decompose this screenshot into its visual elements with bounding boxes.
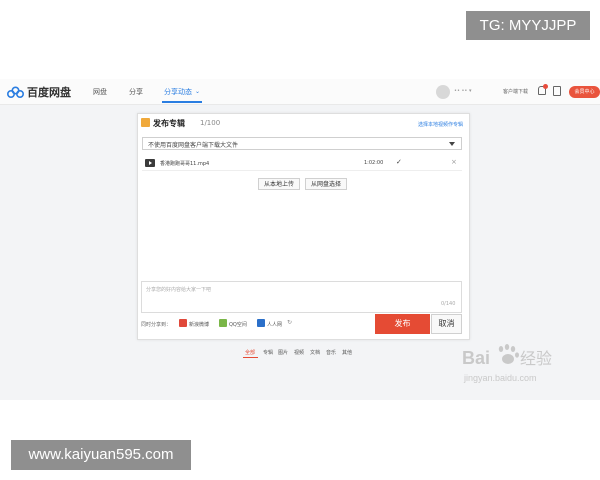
tab-other[interactable]: 其他 (342, 349, 352, 356)
upload-local-button[interactable]: 从本地上传 (258, 178, 300, 190)
svg-text:jingyan.baidu.com: jingyan.baidu.com (463, 373, 537, 383)
play-icon (149, 161, 152, 165)
publish-button[interactable]: 发布 (375, 314, 430, 334)
watermark-top: TG: MYYJJPP (466, 11, 590, 40)
album-icon (141, 118, 150, 127)
select-value: 不使用百度网盘客户端下载大文件 (148, 142, 239, 149)
album-count: 1/100 (200, 119, 221, 127)
nav-share[interactable]: 分享 (129, 87, 143, 97)
client-download-link[interactable]: 客户端下载 (503, 88, 528, 95)
share-weibo[interactable]: 新浪微博 (189, 321, 209, 328)
share-renren[interactable]: 人人网 (267, 321, 282, 328)
baidu-paw-logo-icon: Bai 经验 jingyan.baidu.com (462, 344, 552, 383)
nav-netdisk[interactable]: 网盘 (93, 87, 107, 97)
qzone-icon[interactable] (219, 319, 227, 327)
tab-active-underline (243, 357, 258, 358)
tab-video[interactable]: 视频 (294, 349, 304, 356)
caret-down-icon[interactable] (449, 142, 455, 146)
nav-share-feed[interactable]: 分享动态 (164, 87, 192, 97)
cloud-logo-icon (7, 86, 24, 98)
nav-active-underline (162, 101, 202, 103)
check-icon: ✓ (396, 158, 402, 166)
dialog-title: 发布专辑 (153, 119, 185, 128)
tab-document[interactable]: 文档 (310, 349, 320, 356)
baidu-jingyan-watermark: Bai 经验 jingyan.baidu.com (460, 339, 570, 387)
watermark-bottom: www.kaiyuan595.com (11, 440, 191, 470)
tab-image[interactable]: 图片 (278, 349, 288, 356)
tab-music[interactable]: 音乐 (326, 349, 336, 356)
user-name[interactable]: •• •• ▾ (454, 88, 472, 94)
notification-dot (543, 84, 548, 89)
clipboard-icon[interactable] (553, 86, 561, 96)
select-from-disk-button[interactable]: 从网盘选择 (305, 178, 347, 190)
tab-album[interactable]: 专辑 (263, 349, 273, 356)
nav-chevron-down-icon[interactable]: ⌄ (195, 88, 200, 95)
remove-file-close-icon[interactable]: × (451, 158, 457, 166)
file-duration: 1:02:00 (364, 160, 384, 166)
description-counter: 0/140 (441, 301, 456, 307)
svg-text:Bai: Bai (462, 348, 490, 368)
cancel-button[interactable]: 取消 (431, 314, 462, 334)
description-placeholder: 分享您的好内容给大家一下吧 (146, 287, 212, 293)
tab-all[interactable]: 全部 (245, 349, 255, 356)
file-name: 香港跑跑哥哥11.mp4 (160, 161, 210, 167)
share-qzone[interactable]: QQ空间 (229, 321, 247, 328)
refresh-icon[interactable]: ↻ (287, 319, 292, 326)
weibo-icon[interactable] (179, 319, 187, 327)
avatar[interactable] (436, 85, 450, 99)
dialog-help-link[interactable]: 选择本地视频作专辑 (418, 121, 463, 128)
svg-text:经验: 经验 (520, 349, 552, 368)
share-to-label: 同时分享到： (141, 322, 172, 328)
brand-name: 百度网盘 (27, 86, 71, 99)
renren-icon[interactable] (257, 319, 265, 327)
brand-logo[interactable]: 百度网盘 (7, 84, 71, 100)
vip-button[interactable]: 会员中心 (569, 86, 600, 98)
